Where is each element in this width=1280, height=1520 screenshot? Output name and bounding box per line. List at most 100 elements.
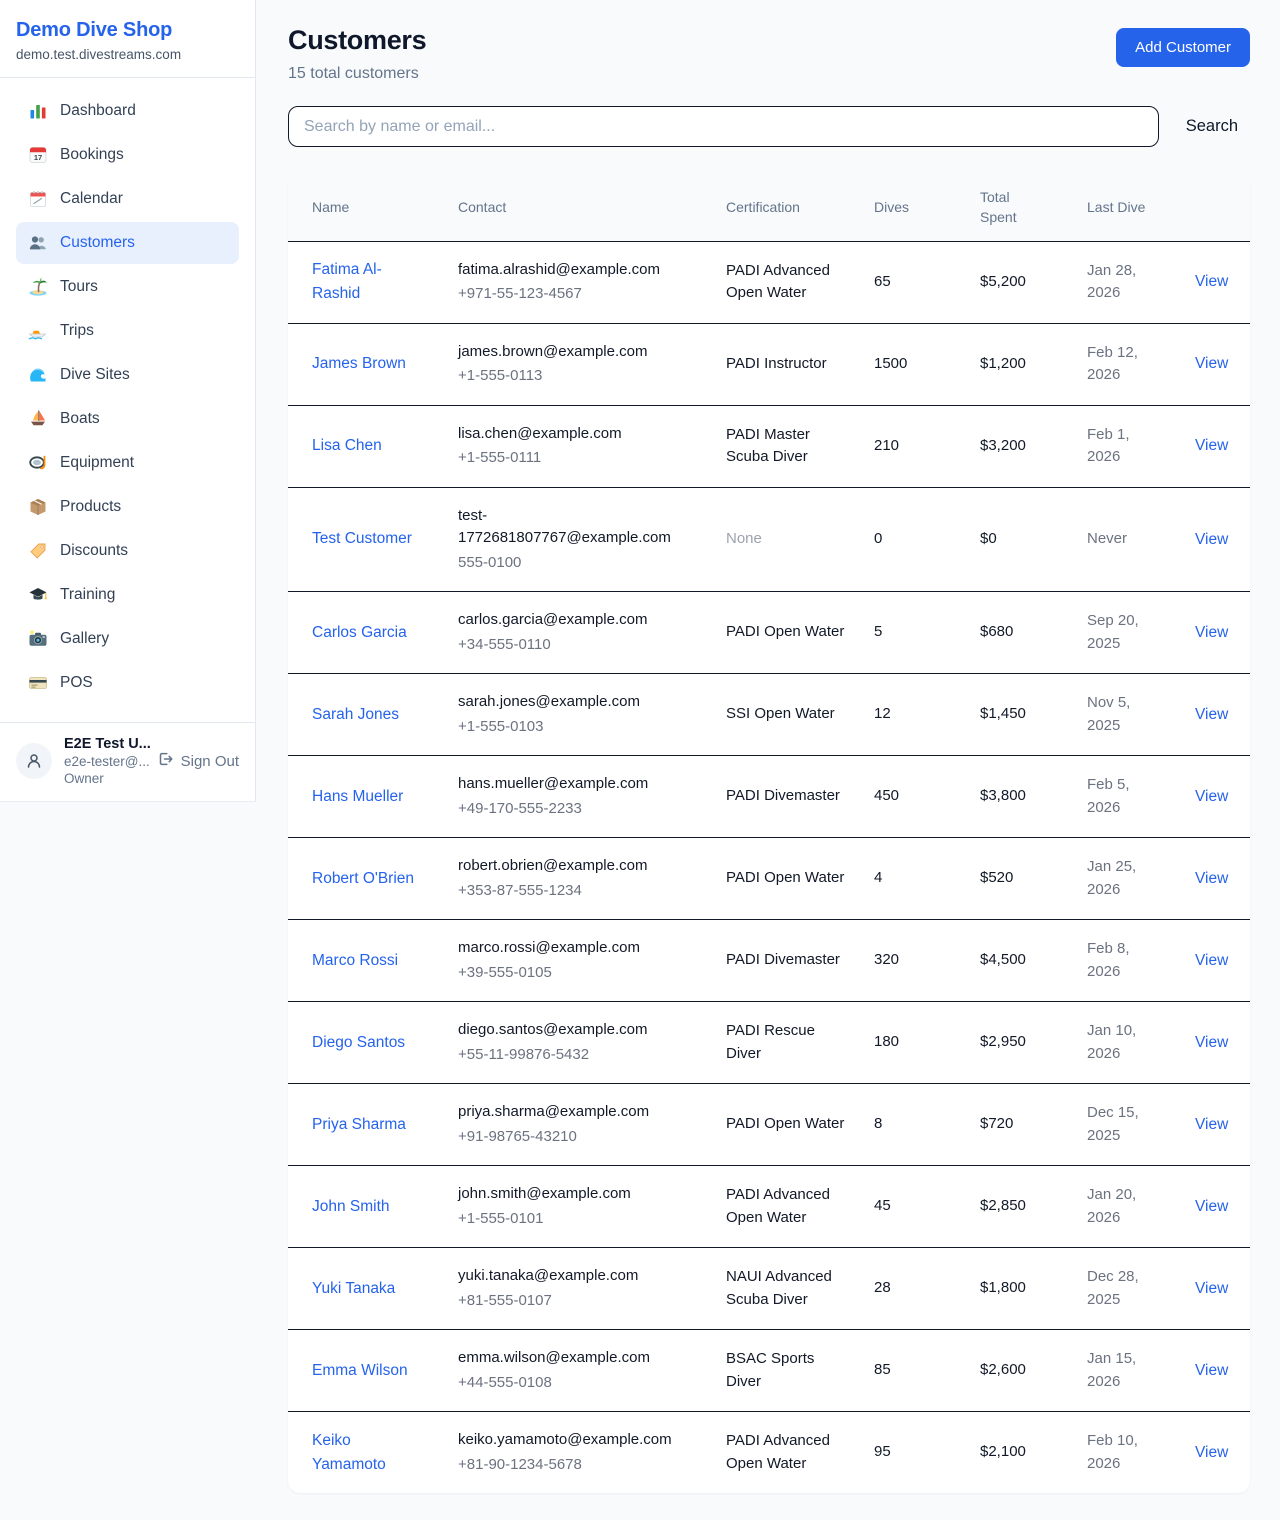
last-dive: Dec 28, 2025	[1087, 1268, 1139, 1308]
table-row: Lisa Chenlisa.chen@example.com+1-555-011…	[288, 405, 1250, 487]
sidebar-item-tours[interactable]: Tours	[16, 266, 239, 308]
search-input[interactable]	[288, 106, 1159, 147]
dives-count: 0	[874, 487, 980, 592]
view-link[interactable]: View	[1195, 952, 1228, 969]
last-dive: Never	[1087, 530, 1127, 547]
search-button[interactable]: Search	[1186, 117, 1238, 136]
view-link[interactable]: View	[1195, 624, 1228, 641]
customer-phone: +91-98765-43210	[458, 1126, 686, 1149]
last-dive: Feb 8, 2026	[1087, 940, 1130, 980]
dives-count: 1500	[874, 323, 980, 405]
sidebar-item-training[interactable]: Training	[16, 574, 239, 616]
page-title: Customers	[288, 25, 426, 56]
sidebar-item-customers[interactable]: Customers	[16, 222, 239, 264]
customer-phone: +1-555-0103	[458, 716, 686, 739]
sidebar-item-label: Calendar	[60, 190, 123, 208]
certification: PADI Rescue Diver	[726, 1022, 815, 1062]
table-row: Priya Sharmapriya.sharma@example.com+91-…	[288, 1084, 1250, 1166]
customer-name-link[interactable]: Robert O'Brien	[312, 867, 414, 891]
customer-name-link[interactable]: Keiko Yamamoto	[312, 1429, 422, 1477]
view-link[interactable]: View	[1195, 1198, 1228, 1215]
column-header-name: Name	[288, 174, 458, 241]
view-link[interactable]: View	[1195, 1444, 1228, 1461]
total-spent: $720	[980, 1084, 1087, 1166]
column-header-contact: Contact	[458, 174, 726, 241]
view-link[interactable]: View	[1195, 1116, 1228, 1133]
table-row: Robert O'Brienrobert.obrien@example.com+…	[288, 838, 1250, 920]
view-link[interactable]: View	[1195, 706, 1228, 723]
customer-email: john.smith@example.com	[458, 1183, 686, 1206]
certification: PADI Advanced Open Water	[726, 1432, 830, 1472]
sidebar-item-dive-sites[interactable]: Dive Sites	[16, 354, 239, 396]
bar-chart-icon	[28, 101, 48, 121]
certification: PADI Advanced Open Water	[726, 1186, 830, 1226]
customer-name-link[interactable]: Sarah Jones	[312, 703, 399, 727]
user-text: E2E Test U... e2e-tester@... Owner	[64, 736, 144, 786]
sidebar-item-trips[interactable]: Trips	[16, 310, 239, 352]
total-spent: $1,800	[980, 1248, 1087, 1330]
view-link[interactable]: View	[1195, 531, 1228, 548]
customer-phone: +1-555-0111	[458, 447, 686, 470]
brand[interactable]: Demo Dive Shop	[16, 19, 239, 42]
total-spent: $3,800	[980, 756, 1087, 838]
sidebar-item-pos[interactable]: POS	[16, 662, 239, 704]
spiral-calendar-icon	[28, 189, 48, 209]
customer-name-link[interactable]: John Smith	[312, 1195, 390, 1219]
total-spent: $2,950	[980, 1002, 1087, 1084]
sidebar-item-bookings[interactable]: 17Bookings	[16, 134, 239, 176]
package-icon	[28, 497, 48, 517]
dives-count: 45	[874, 1166, 980, 1248]
user-name: E2E Test U...	[64, 736, 144, 752]
customer-name-link[interactable]: Marco Rossi	[312, 949, 398, 973]
tag-icon	[28, 541, 48, 561]
view-link[interactable]: View	[1195, 437, 1228, 454]
customer-name-link[interactable]: Priya Sharma	[312, 1113, 406, 1137]
sidebar-item-label: Training	[60, 586, 115, 604]
customer-name-link[interactable]: Fatima Al-Rashid	[312, 258, 422, 306]
customer-name-link[interactable]: Yuki Tanaka	[312, 1277, 395, 1301]
customer-rows: Fatima Al-Rashidfatima.alrashid@example.…	[288, 241, 1250, 1493]
view-link[interactable]: View	[1195, 273, 1228, 290]
sidebar-item-boats[interactable]: Boats	[16, 398, 239, 440]
customer-name-link[interactable]: Diego Santos	[312, 1031, 405, 1055]
sidebar-item-products[interactable]: Products	[16, 486, 239, 528]
table-row: Keiko Yamamotokeiko.yamamoto@example.com…	[288, 1412, 1250, 1494]
sidebar-item-dashboard[interactable]: Dashboard	[16, 90, 239, 132]
sidebar-item-gallery[interactable]: Gallery	[16, 618, 239, 660]
total-spent: $4,500	[980, 920, 1087, 1002]
customer-name-link[interactable]: Hans Mueller	[312, 785, 403, 809]
sidebar-item-discounts[interactable]: Discounts	[16, 530, 239, 572]
sidebar-item-label: Boats	[60, 410, 100, 428]
certification: PADI Instructor	[726, 355, 827, 372]
sidebar-nav: Dashboard17Bookings Calendar Customers Tour…	[0, 78, 255, 722]
people-icon	[28, 233, 48, 253]
sidebar-item-equipment[interactable]: Equipment	[16, 442, 239, 484]
view-link[interactable]: View	[1195, 1280, 1228, 1297]
sidebar-item-label: Tours	[60, 278, 98, 296]
customer-email: yuki.tanaka@example.com	[458, 1265, 686, 1288]
last-dive: Feb 10, 2026	[1087, 1432, 1138, 1472]
sidebar-item-calendar[interactable]: Calendar	[16, 178, 239, 220]
sidebar-item-label: Trips	[60, 322, 94, 340]
customer-name-link[interactable]: Emma Wilson	[312, 1359, 408, 1383]
customer-name-link[interactable]: James Brown	[312, 352, 406, 376]
column-header-actions	[1195, 174, 1250, 241]
sign-out-button[interactable]: Sign Out	[156, 750, 239, 772]
customer-name-link[interactable]: Carlos Garcia	[312, 621, 407, 645]
last-dive: Nov 5, 2025	[1087, 694, 1130, 734]
view-link[interactable]: View	[1195, 870, 1228, 887]
person-icon	[24, 751, 44, 771]
customer-name-link[interactable]: Lisa Chen	[312, 434, 382, 458]
sidebar-item-label: Discounts	[60, 542, 128, 560]
view-link[interactable]: View	[1195, 1362, 1228, 1379]
last-dive: Jan 28, 2026	[1087, 262, 1136, 302]
table-row: Diego Santosdiego.santos@example.com+55-…	[288, 1002, 1250, 1084]
customer-name-link[interactable]: Test Customer	[312, 527, 412, 551]
view-link[interactable]: View	[1195, 355, 1228, 372]
view-link[interactable]: View	[1195, 1034, 1228, 1051]
dives-count: 95	[874, 1412, 980, 1494]
table-row: James Brownjames.brown@example.com+1-555…	[288, 323, 1250, 405]
add-customer-button[interactable]: Add Customer	[1116, 28, 1250, 67]
view-link[interactable]: View	[1195, 788, 1228, 805]
customer-phone: +353-87-555-1234	[458, 880, 686, 903]
